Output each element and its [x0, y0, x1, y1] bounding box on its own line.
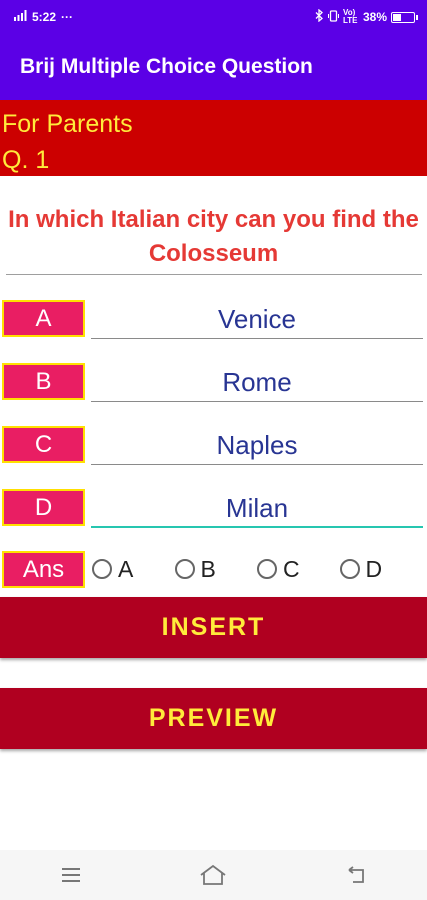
preview-button[interactable]: PREVIEW — [0, 688, 427, 749]
option-a-label: A — [2, 300, 85, 337]
radio-circle-icon — [257, 559, 277, 579]
answer-radio-a[interactable]: A — [92, 552, 175, 586]
option-a-input[interactable]: Venice — [91, 299, 423, 339]
option-d-label: D — [2, 489, 85, 526]
option-c-label: C — [2, 426, 85, 463]
status-left: 5:22 ··· — [14, 10, 73, 24]
menu-icon[interactable] — [51, 860, 91, 890]
app-title: Brij Multiple Choice Question — [20, 55, 313, 78]
answer-radio-c[interactable]: C — [257, 552, 340, 586]
app-bar: Brij Multiple Choice Question — [0, 34, 427, 100]
answer-radio-d[interactable]: D — [339, 552, 423, 586]
back-icon[interactable] — [336, 860, 376, 890]
home-icon[interactable] — [193, 860, 233, 890]
cell-signal-icon — [14, 10, 27, 24]
question-number: Q. 1 — [2, 146, 50, 174]
category-label: For Parents — [2, 110, 133, 138]
answer-radio-b[interactable]: B — [174, 552, 258, 586]
radio-circle-icon — [339, 559, 360, 579]
question-divider — [6, 274, 422, 275]
notification-dots: ··· — [61, 10, 74, 24]
battery-percent: 38% — [362, 10, 387, 24]
vibrate-icon — [327, 9, 339, 25]
answer-label: Ans — [2, 551, 85, 588]
header-panel: For Parents Q. 1 — [0, 100, 427, 176]
option-b-input[interactable]: Rome — [91, 362, 423, 402]
bluetooth-icon — [315, 8, 324, 25]
battery-icon — [391, 11, 418, 23]
answer-radio-c-label: C — [283, 555, 300, 582]
answer-radio-b-label: B — [200, 555, 216, 582]
status-right: Vo) LTE 38% — [315, 8, 418, 25]
radio-circle-icon — [174, 559, 195, 579]
status-time: 5:22 — [32, 10, 57, 24]
network-type: Vo) LTE — [342, 8, 358, 25]
system-nav-bar — [0, 850, 427, 900]
option-c-input[interactable]: Naples — [91, 425, 423, 465]
insert-button[interactable]: INSERT — [0, 597, 427, 658]
status-bar: 5:22 ··· Vo) LTE 38% — [0, 0, 427, 34]
answer-radio-d-label: D — [365, 555, 383, 582]
option-d-input[interactable]: Milan — [91, 488, 423, 528]
question-text: In which Italian city can you find the C… — [8, 206, 419, 267]
radio-circle-icon — [92, 559, 112, 579]
answer-radio-group: A B C D — [92, 552, 422, 586]
option-b-label: B — [2, 363, 85, 400]
answer-radio-a-label: A — [118, 555, 134, 582]
